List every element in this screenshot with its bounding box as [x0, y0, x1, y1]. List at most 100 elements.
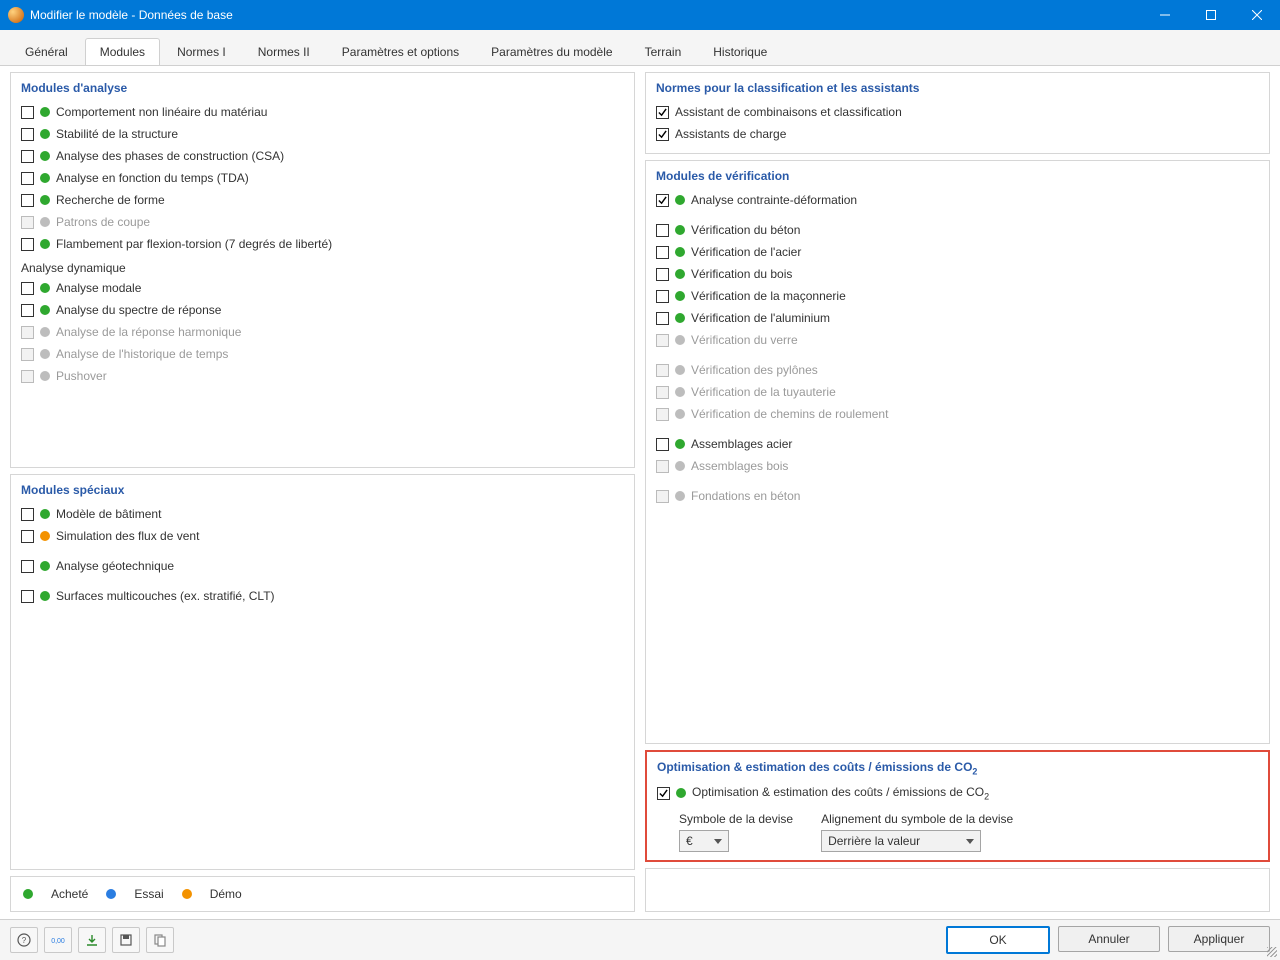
right-spacer-panel: [645, 868, 1270, 912]
chk-aluminum[interactable]: [656, 312, 669, 325]
resize-grip-icon[interactable]: [1267, 947, 1277, 957]
chk-nonlinear[interactable]: [21, 106, 34, 119]
copy-button[interactable]: [146, 927, 174, 953]
tab-normes1[interactable]: Normes I: [162, 38, 241, 65]
lbl-concrete: Vérification du béton: [691, 223, 800, 237]
chk-geo[interactable]: [21, 560, 34, 573]
chk-tda[interactable]: [21, 172, 34, 185]
apply-button[interactable]: Appliquer: [1168, 926, 1270, 952]
verification-panel: Modules de vérification Analyse contrain…: [645, 160, 1270, 744]
optimization-panel: Optimisation & estimation des coûts / ém…: [645, 750, 1270, 862]
tab-history[interactable]: Historique: [698, 38, 782, 65]
lbl-response: Analyse du spectre de réponse: [56, 303, 221, 317]
lbl-multilayer: Surfaces multicouches (ex. stratifié, CL…: [56, 589, 275, 603]
lbl-crane: Vérification de chemins de roulement: [691, 407, 888, 421]
alignment-select[interactable]: Derrière la valeur: [821, 830, 981, 852]
tab-model-params[interactable]: Paramètres du modèle: [476, 38, 627, 65]
chk-modal[interactable]: [21, 282, 34, 295]
dot-icon: [675, 409, 685, 419]
chk-towers: [656, 364, 669, 377]
chk-steel[interactable]: [656, 246, 669, 259]
chk-steeljoints[interactable]: [656, 438, 669, 451]
currency-symbol-select[interactable]: €: [679, 830, 729, 852]
dot-icon: [40, 217, 50, 227]
dot-icon: [40, 371, 50, 381]
chevron-down-icon: [714, 839, 722, 844]
svg-text:0,00: 0,00: [51, 938, 65, 945]
lbl-optimization: Optimisation & estimation des coûts / ém…: [692, 785, 989, 801]
verification-panel-title: Modules de vérification: [656, 167, 1259, 189]
dot-icon: [40, 195, 50, 205]
optimization-panel-title: Optimisation & estimation des coûts / ém…: [657, 758, 1258, 782]
import-button[interactable]: [78, 927, 106, 953]
ok-button[interactable]: OK: [946, 926, 1050, 954]
legend-trial: Essai: [134, 887, 163, 901]
help-button[interactable]: ?: [10, 927, 38, 953]
chk-multilayer[interactable]: [21, 590, 34, 603]
dot-icon: [675, 247, 685, 257]
dot-icon: [675, 491, 685, 501]
chk-timber[interactable]: [656, 268, 669, 281]
dot-icon: [40, 173, 50, 183]
dot-icon: [40, 531, 50, 541]
close-button[interactable]: [1234, 0, 1280, 30]
special-modules-title: Modules spéciaux: [21, 481, 624, 503]
dot-icon: [40, 239, 50, 249]
tab-normes2[interactable]: Normes II: [243, 38, 325, 65]
lbl-harmonic: Analyse de la réponse harmonique: [56, 325, 241, 339]
save-button[interactable]: [112, 927, 140, 953]
chk-stressstrain[interactable]: [656, 194, 669, 207]
lbl-stressstrain: Analyse contrainte-déformation: [691, 193, 857, 207]
lbl-tda: Analyse en fonction du temps (TDA): [56, 171, 249, 185]
dot-icon: [40, 283, 50, 293]
chk-foundations: [656, 490, 669, 503]
svg-text:?: ?: [22, 936, 27, 945]
tab-general[interactable]: Général: [10, 38, 83, 65]
legend-panel: Acheté Essai Démo: [10, 876, 635, 912]
dot-icon: [675, 461, 685, 471]
units-button[interactable]: 0,00: [44, 927, 72, 953]
dot-icon: [675, 387, 685, 397]
dot-icon: [675, 195, 685, 205]
lbl-towers: Vérification des pylônes: [691, 363, 818, 377]
chk-stability[interactable]: [21, 128, 34, 141]
dot-icon: [676, 788, 686, 798]
chevron-down-icon: [966, 839, 974, 844]
lbl-timberjoints: Assemblages bois: [691, 459, 788, 473]
left-column: Modules d'analyse Comportement non linéa…: [10, 72, 635, 912]
lbl-foundations: Fondations en béton: [691, 489, 800, 503]
cancel-button[interactable]: Annuler: [1058, 926, 1160, 952]
tab-params[interactable]: Paramètres et options: [327, 38, 474, 65]
chk-optimization[interactable]: [657, 787, 670, 800]
lbl-modal: Analyse modale: [56, 281, 141, 295]
chk-csa[interactable]: [21, 150, 34, 163]
chk-timberjoints: [656, 460, 669, 473]
chk-response[interactable]: [21, 304, 34, 317]
dot-icon: [675, 365, 685, 375]
maximize-button[interactable]: [1188, 0, 1234, 30]
app-icon: [8, 7, 24, 23]
tab-modules[interactable]: Modules: [85, 38, 160, 65]
chk-combo-wizard[interactable]: [656, 106, 669, 119]
legend-dot-trial-icon: [106, 889, 116, 899]
chk-wind[interactable]: [21, 530, 34, 543]
chk-masonry[interactable]: [656, 290, 669, 303]
chk-building[interactable]: [21, 508, 34, 521]
dot-icon: [675, 335, 685, 345]
lbl-combo-wizard: Assistant de combinaisons et classificat…: [675, 105, 902, 119]
chk-concrete[interactable]: [656, 224, 669, 237]
dot-icon: [675, 225, 685, 235]
footer-bar: ? 0,00 OK Annuler Appliquer: [0, 919, 1280, 960]
lbl-glass: Vérification du verre: [691, 333, 798, 347]
chk-harmonic: [21, 326, 34, 339]
alignment-label: Alignement du symbole de la devise: [821, 812, 1013, 826]
chk-formfind[interactable]: [21, 194, 34, 207]
chk-tfb[interactable]: [21, 238, 34, 251]
lbl-timber: Vérification du bois: [691, 267, 792, 281]
tab-terrain[interactable]: Terrain: [630, 38, 697, 65]
minimize-button[interactable]: [1142, 0, 1188, 30]
chk-load-wizard[interactable]: [656, 128, 669, 141]
chk-cutpatterns: [21, 216, 34, 229]
lbl-geo: Analyse géotechnique: [56, 559, 174, 573]
chk-timehist: [21, 348, 34, 361]
